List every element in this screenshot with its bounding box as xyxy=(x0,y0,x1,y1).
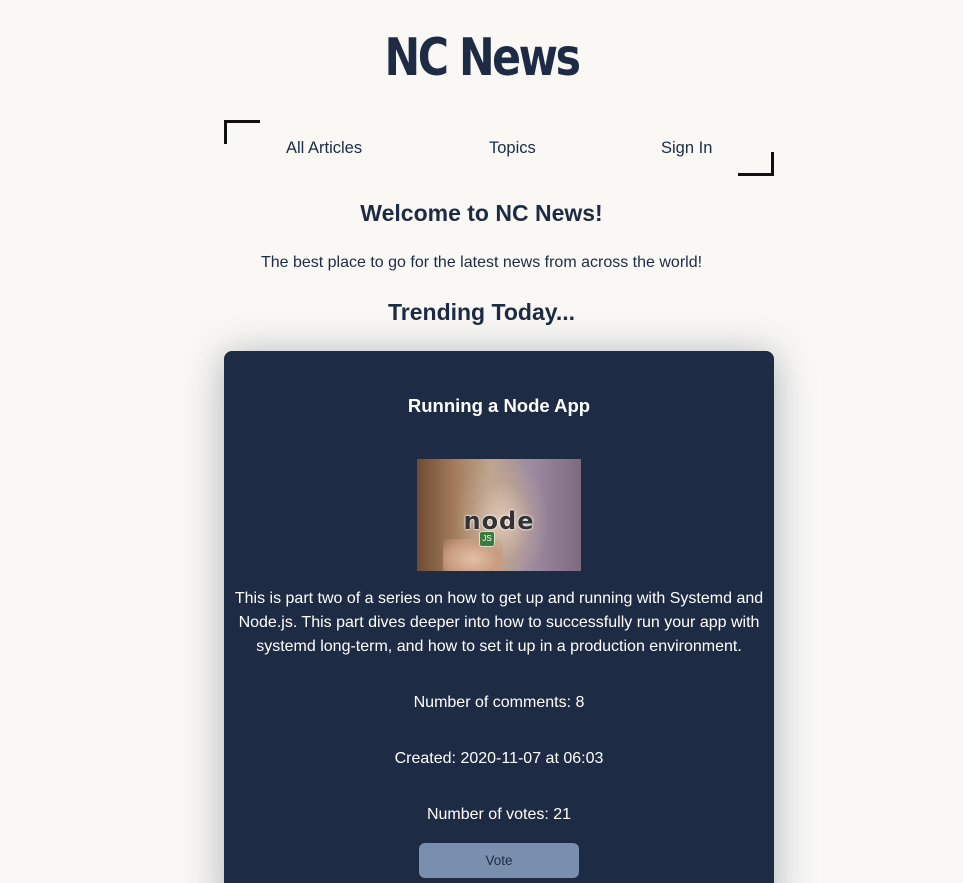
nodejs-hex-icon: JS xyxy=(479,531,495,547)
article-title[interactable]: Running a Node App xyxy=(224,395,774,417)
article-body: This is part two of a series on how to g… xyxy=(234,590,764,655)
comment-count: Number of comments: 8 xyxy=(413,694,585,711)
vote-count: Number of votes: 21 xyxy=(426,806,572,823)
created-date: Created: 2020-11-07 at 06:03 xyxy=(394,750,604,767)
welcome-heading: Welcome to NC News! xyxy=(360,200,603,226)
nav-corner-decoration-bottom-right xyxy=(738,152,774,176)
trending-heading: Trending Today... xyxy=(388,299,575,325)
article-card: Running a Node App node JS This is part … xyxy=(224,351,774,883)
tagline: The best place to go for the latest news… xyxy=(260,254,703,271)
main-nav: All Articles Topics Sign In xyxy=(224,120,774,176)
nav-corner-decoration-top-left xyxy=(224,120,260,144)
page: NC News All Articles Topics Sign In Welc… xyxy=(0,0,963,883)
nodejs-logo-icon: node xyxy=(463,507,535,535)
vote-button[interactable]: Vote xyxy=(419,843,579,878)
site-title[interactable]: NC News xyxy=(87,28,877,88)
article-image: node JS xyxy=(417,459,581,571)
nav-link-topics[interactable]: Topics xyxy=(489,139,536,158)
nav-link-sign-in[interactable]: Sign In xyxy=(661,139,712,158)
nav-link-all-articles[interactable]: All Articles xyxy=(286,139,362,158)
